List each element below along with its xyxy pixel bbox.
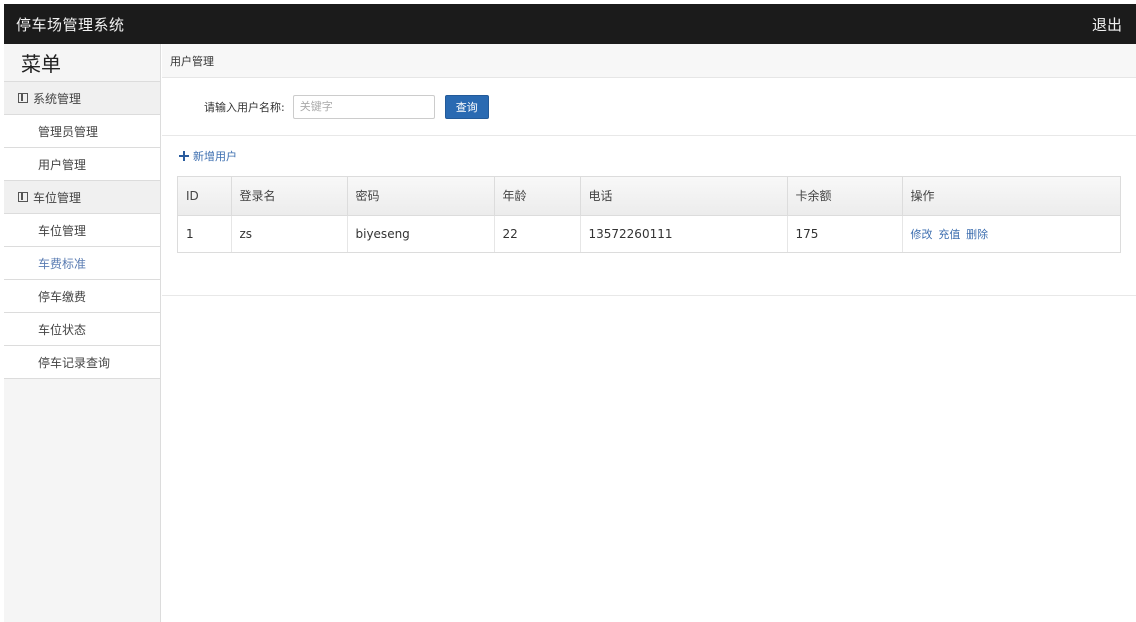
cell-login: zs bbox=[231, 215, 348, 252]
column-header-age: 年龄 bbox=[494, 177, 581, 216]
column-header-balance: 卡余额 bbox=[787, 177, 903, 216]
cell-balance: 175 bbox=[787, 215, 903, 252]
main-content: 用户管理 请输入用户名称: 查询 新增用户 ID 登录名 密码 年龄 电话 bbox=[162, 44, 1136, 622]
sidebar-item-admin-management[interactable]: 管理员管理 bbox=[4, 115, 160, 148]
sidebar-item-user-management[interactable]: 用户管理 bbox=[4, 148, 160, 181]
column-header-actions: 操作 bbox=[902, 177, 1120, 216]
sidebar-group-system[interactable]: 系统管理 bbox=[4, 82, 160, 115]
sidebar-item-parking-payment[interactable]: 停车缴费 bbox=[4, 280, 160, 313]
cell-password: biyeseng bbox=[347, 215, 495, 252]
cell-id: 1 bbox=[178, 215, 232, 252]
list-icon bbox=[18, 192, 28, 202]
logout-link[interactable]: 退出 bbox=[1092, 14, 1122, 35]
app-title: 停车场管理系统 bbox=[16, 15, 125, 34]
top-bar: 停车场管理系统 退出 bbox=[4, 4, 1136, 44]
column-header-login: 登录名 bbox=[231, 177, 348, 216]
cell-age: 22 bbox=[494, 215, 581, 252]
divider bbox=[162, 295, 1136, 296]
search-input[interactable] bbox=[292, 94, 435, 119]
sidebar-group-label: 系统管理 bbox=[33, 91, 82, 106]
sidebar-item-space-status[interactable]: 车位状态 bbox=[4, 313, 160, 346]
column-header-phone: 电话 bbox=[580, 177, 788, 216]
add-user-label: 新增用户 bbox=[193, 150, 237, 163]
recharge-link[interactable]: 充值 bbox=[938, 228, 960, 241]
table-row: 1 zs biyeseng 22 13572260111 175 修改 充值 删… bbox=[178, 215, 1120, 252]
delete-link[interactable]: 删除 bbox=[966, 228, 988, 241]
toolbar: 新增用户 bbox=[162, 136, 1136, 176]
edit-link[interactable]: 修改 bbox=[911, 228, 933, 241]
breadcrumb: 用户管理 bbox=[162, 44, 1136, 78]
cell-phone: 13572260111 bbox=[580, 215, 788, 252]
menu-title: 菜单 bbox=[4, 44, 160, 82]
sidebar-group-label: 车位管理 bbox=[33, 190, 82, 205]
plus-icon bbox=[179, 151, 189, 161]
cell-actions: 修改 充值 删除 bbox=[902, 215, 1120, 252]
search-label: 请输入用户名称: bbox=[204, 100, 285, 114]
column-header-id: ID bbox=[178, 177, 232, 216]
search-bar: 请输入用户名称: 查询 bbox=[162, 78, 1136, 136]
sidebar-item-space-management[interactable]: 车位管理 bbox=[4, 214, 160, 247]
table-header-row: ID 登录名 密码 年龄 电话 卡余额 操作 bbox=[178, 177, 1120, 216]
add-user-button[interactable]: 新增用户 bbox=[179, 148, 237, 164]
sidebar-group-parking[interactable]: 车位管理 bbox=[4, 181, 160, 214]
sidebar-item-fee-standard[interactable]: 车费标准 bbox=[4, 247, 160, 280]
column-header-password: 密码 bbox=[347, 177, 495, 216]
sidebar-item-parking-records[interactable]: 停车记录查询 bbox=[4, 346, 160, 379]
list-icon bbox=[18, 93, 28, 103]
search-button[interactable]: 查询 bbox=[444, 94, 489, 119]
sidebar: 菜单 系统管理 管理员管理 用户管理 车位管理 车位管理 车费标准 停车缴费 车… bbox=[4, 44, 161, 622]
user-table: ID 登录名 密码 年龄 电话 卡余额 操作 1 zs biyeseng 22 … bbox=[177, 176, 1121, 253]
